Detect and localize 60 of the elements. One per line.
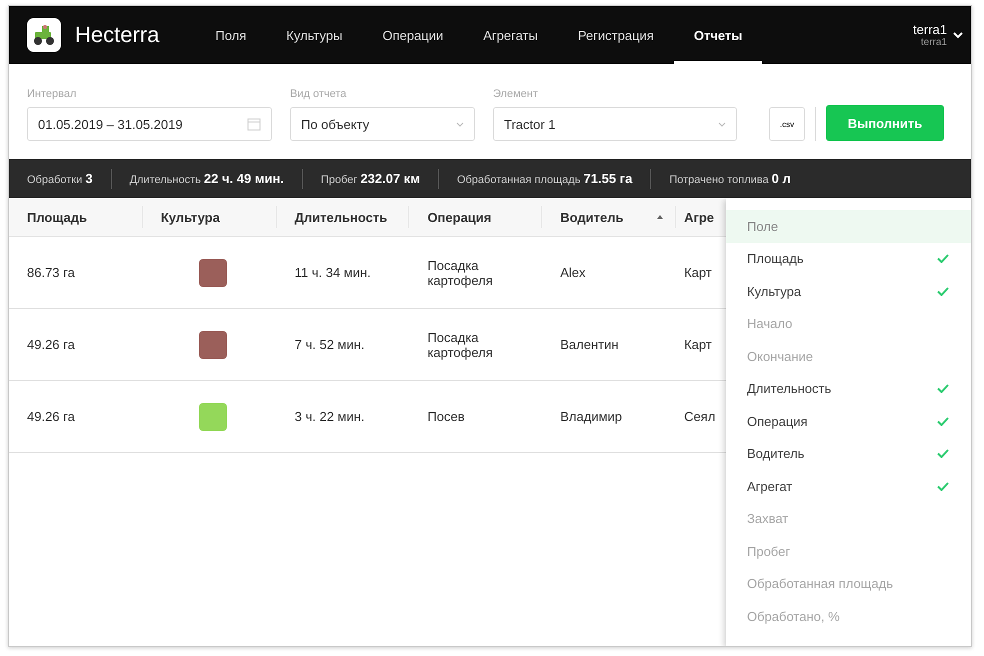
nav-tab[interactable]: Регистрация bbox=[558, 6, 674, 64]
stat-text: Длительность 22 ч. 49 мин. bbox=[130, 171, 284, 186]
table-cell: Карт bbox=[684, 265, 712, 280]
nav-tab[interactable]: Культуры bbox=[266, 6, 362, 64]
chevron-down-icon bbox=[456, 122, 464, 126]
chevron-down-icon bbox=[718, 122, 726, 126]
checkmark-icon bbox=[937, 384, 949, 394]
column-header[interactable]: Площадь bbox=[27, 210, 87, 224]
table-cell: 49.26 га bbox=[27, 409, 75, 424]
table-cell: Сеял bbox=[684, 409, 716, 424]
stat-text: Пробег 232.07 км bbox=[320, 171, 420, 186]
table-cell: Карт bbox=[684, 337, 712, 352]
table-cell-text: Посев bbox=[427, 409, 466, 424]
checkmark-icon bbox=[937, 449, 949, 458]
nav-tab[interactable]: Операции bbox=[362, 6, 464, 64]
field-label: Интервал bbox=[27, 88, 78, 100]
checkmark-icon bbox=[937, 482, 949, 491]
calendar-icon bbox=[247, 117, 261, 131]
field-label: Вид отчета bbox=[290, 88, 348, 100]
field-label: Элемент bbox=[493, 88, 539, 100]
table-cell: Владимир bbox=[560, 409, 622, 424]
table-cell-text: Посадка картофеля bbox=[427, 258, 494, 288]
nav-tab[interactable]: Отчеты bbox=[674, 6, 762, 64]
column-header[interactable]: Длительность bbox=[294, 210, 388, 224]
tractor-logo-icon bbox=[27, 18, 61, 52]
table-cell: 3 ч. 22 мин. bbox=[294, 409, 365, 424]
checkmark-icon bbox=[937, 416, 949, 426]
chevron-down-icon[interactable] bbox=[953, 32, 963, 38]
sort-arrow-icon[interactable] bbox=[657, 215, 664, 219]
menu-item[interactable]: Площадь bbox=[726, 242, 971, 275]
checkmark-icon bbox=[937, 286, 949, 296]
table-cell-text: Посадка картофеля bbox=[427, 330, 494, 360]
table-cell: 11 ч. 34 мин. bbox=[294, 265, 371, 280]
table-cell: 49.26 га bbox=[27, 337, 75, 352]
report-type-dropdown[interactable]: По объекту bbox=[290, 107, 475, 141]
menu-item[interactable]: Агрегат bbox=[726, 470, 971, 502]
column-header[interactable]: Водитель bbox=[560, 210, 624, 224]
stat-text: Обработки 3 bbox=[27, 171, 93, 186]
column-header[interactable]: Агре bbox=[684, 210, 714, 224]
menu-item[interactable]: Длительность bbox=[726, 372, 971, 405]
stat-text: Потрачено топлива 0 л bbox=[669, 171, 791, 186]
brand-name: Hecterra bbox=[75, 22, 160, 48]
checkmark-icon bbox=[937, 254, 949, 264]
menu-item[interactable]: Культура bbox=[726, 275, 971, 308]
csv-export-button[interactable]: .csv bbox=[769, 107, 805, 141]
table-cell: Валентин bbox=[560, 337, 619, 352]
element-dropdown[interactable]: Tractor 1 bbox=[493, 107, 737, 141]
nav-tab[interactable]: Поля bbox=[195, 6, 266, 64]
user-name: terra1 bbox=[913, 22, 947, 37]
column-header[interactable]: Культура bbox=[160, 210, 220, 224]
stat-text: Обработанная площадь 71.55 га bbox=[456, 171, 632, 186]
table-cell: 86.73 га bbox=[27, 265, 75, 280]
table-cell: Alex bbox=[560, 265, 586, 280]
menu-item[interactable]: Операция bbox=[726, 405, 971, 438]
nav-tab[interactable]: Агрегаты bbox=[463, 6, 558, 64]
menu-item[interactable]: Водитель bbox=[726, 438, 971, 470]
date-range-field[interactable]: 01.05.2019 – 31.05.2019 bbox=[27, 107, 272, 141]
column-header[interactable]: Операция bbox=[427, 210, 492, 224]
table-cell: 7 ч. 52 мин. bbox=[294, 337, 365, 352]
user-login: terra1 bbox=[920, 37, 947, 48]
